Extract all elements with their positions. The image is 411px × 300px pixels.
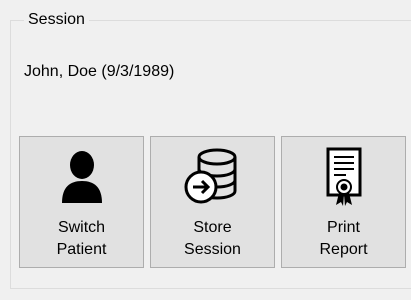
print-report-button[interactable]: Print Report [281,136,406,268]
patient-name-dob: John, Doe (9/3/1989) [24,63,175,80]
certificate-icon [312,145,376,209]
switch-patient-label: Switch Patient [56,219,107,258]
store-session-button[interactable]: Store Session [150,136,275,268]
database-arrow-icon [181,145,245,209]
store-session-label: Store Session [184,219,241,258]
session-groupbox-title: Session [24,10,89,30]
switch-patient-button[interactable]: Switch Patient [19,136,144,268]
person-icon [50,145,114,209]
print-report-label: Print Report [319,219,368,258]
